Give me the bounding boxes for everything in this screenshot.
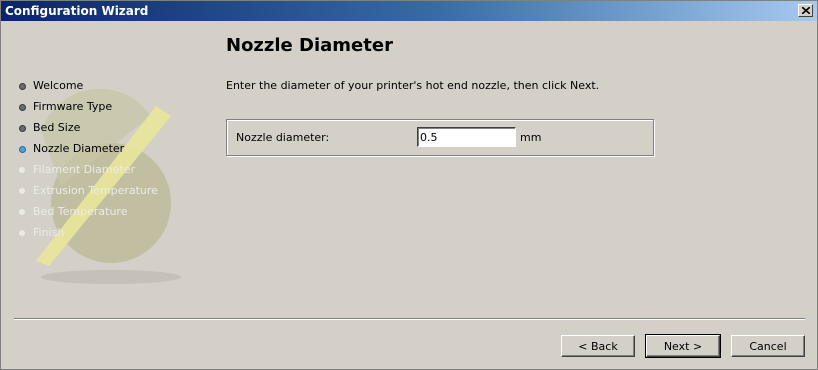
step-bullet-icon — [19, 167, 25, 173]
step-bullet-icon — [19, 209, 25, 215]
title-bar[interactable]: Configuration Wizard — [1, 1, 817, 21]
nozzle-diameter-group: Nozzle diameter: mm — [226, 119, 654, 156]
step-label: Bed Temperature — [33, 205, 128, 218]
cancel-button[interactable]: Cancel — [731, 335, 805, 357]
step-item: Bed Size — [19, 121, 158, 142]
close-button[interactable] — [798, 4, 813, 17]
step-label: Filament Diameter — [33, 163, 135, 176]
unit-label: mm — [520, 131, 542, 144]
step-item: Welcome — [19, 79, 158, 100]
step-label: Extrusion Temperature — [33, 184, 158, 197]
step-item: Nozzle Diameter — [19, 142, 158, 163]
close-icon — [802, 7, 810, 14]
step-label: Nozzle Diameter — [33, 142, 125, 155]
wizard-sidebar: Welcome Firmware Type Bed Size Nozzle Diame… — [1, 21, 206, 301]
step-item: Extrusion Temperature — [19, 184, 158, 205]
step-label: Finish — [33, 226, 65, 239]
step-label: Firmware Type — [33, 100, 113, 113]
page-title: Nozzle Diameter — [226, 35, 393, 56]
step-item: Firmware Type — [19, 100, 158, 121]
step-bullet-icon — [19, 104, 26, 111]
step-list: Welcome Firmware Type Bed Size Nozzle Diame… — [19, 79, 158, 247]
step-bullet-icon — [19, 230, 25, 236]
step-label: Bed Size — [33, 121, 81, 134]
step-bullet-icon — [19, 188, 25, 194]
button-separator — [14, 318, 805, 320]
step-bullet-icon — [19, 83, 26, 90]
nozzle-diameter-input[interactable] — [417, 127, 516, 147]
step-item: Bed Temperature — [19, 205, 158, 226]
nozzle-diameter-label: Nozzle diameter: — [236, 131, 330, 144]
back-button[interactable]: < Back — [561, 335, 635, 357]
next-button[interactable]: Next > — [645, 334, 721, 358]
configuration-wizard-window: Configuration Wizard Welcome Firmware Typ… — [0, 0, 818, 370]
step-bullet-icon — [19, 146, 26, 153]
step-item: Finish — [19, 226, 158, 247]
step-bullet-icon — [19, 125, 26, 132]
step-item: Filament Diameter — [19, 163, 158, 184]
step-label: Welcome — [33, 79, 84, 92]
window-title: Configuration Wizard — [5, 4, 149, 18]
instruction-text: Enter the diameter of your printer's hot… — [226, 79, 600, 92]
